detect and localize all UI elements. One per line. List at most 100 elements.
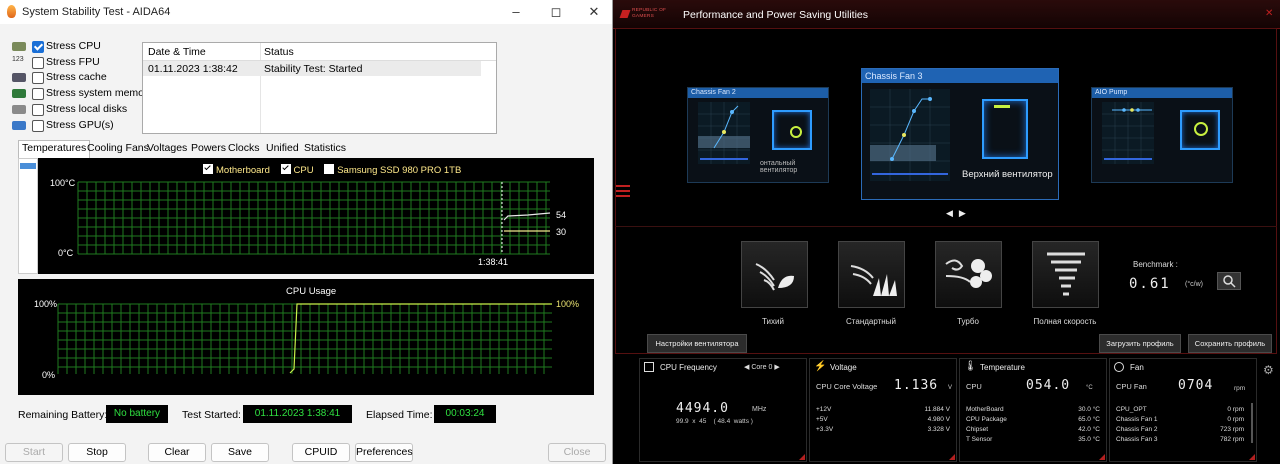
temp-motherboard-value: 30.0 °C: [1078, 406, 1100, 413]
cpuid-button[interactable]: CPUID: [292, 443, 350, 462]
test-started-value: 01.11.2023 1:38:41: [243, 405, 352, 423]
start-button[interactable]: Start: [5, 443, 63, 462]
fan-card-chassis-fan-3[interactable]: Chassis Fan 3 Верхний вентилятор: [861, 68, 1059, 200]
clear-button[interactable]: Clear: [148, 443, 206, 462]
cpu-temp-line: [503, 212, 551, 221]
scroll-thumb[interactable]: [20, 163, 36, 169]
close-button[interactable]: Close: [548, 443, 606, 462]
core-next-icon[interactable]: ▶: [774, 364, 779, 371]
rog-eye-icon: [619, 10, 631, 18]
stress-gpu-checkbox[interactable]: [32, 120, 44, 132]
fan-list-scrollbar[interactable]: [1251, 403, 1253, 443]
disk-icon: [12, 105, 26, 114]
mode-full-speed-label: Полная скорость: [1033, 317, 1097, 326]
stop-button[interactable]: Stop: [68, 443, 126, 462]
core-prev-icon[interactable]: ◀: [744, 364, 749, 371]
close-window-button[interactable]: ✕: [574, 3, 614, 21]
stress-cpu-checkbox[interactable]: [32, 41, 44, 53]
stress-disks-checkbox[interactable]: [32, 104, 44, 116]
save-profile-button[interactable]: Сохранить профиль: [1188, 334, 1272, 353]
stress-fpu-checkbox[interactable]: [32, 57, 44, 69]
gpu-icon: [12, 121, 26, 130]
fan-chassis-3-label: Chassis Fan 3: [1116, 436, 1158, 443]
log-row[interactable]: 01.11.2023 1:38:42 Stability Test: Start…: [143, 61, 481, 76]
cpu-temp-unit: °C: [1086, 385, 1093, 391]
settings-gear-icon[interactable]: ⚙: [1263, 363, 1274, 377]
tab-statistics[interactable]: Statistics: [301, 141, 349, 157]
load-profile-button[interactable]: Загрузить профиль: [1099, 334, 1181, 353]
cpu-temp-label: CPU: [966, 382, 982, 391]
tab-unified[interactable]: Unified: [263, 141, 302, 157]
next-arrow-icon[interactable]: ▶: [959, 208, 972, 218]
fan-card-chassis-fan-2[interactable]: Chassis Fan 2 онтальный вентилятор: [687, 87, 829, 183]
col-datetime-header[interactable]: Date & Time: [148, 46, 206, 58]
mode-full-speed-button[interactable]: [1032, 241, 1099, 308]
fan-chassis-3-value: 782 rpm: [1220, 436, 1244, 443]
cpu-fan-label: CPU Fan: [1116, 382, 1147, 391]
stress-disks-option[interactable]: Stress local disks: [12, 103, 142, 117]
panel-corner: [1099, 454, 1105, 460]
cpu-usage-value: 100%: [556, 299, 580, 309]
rog-logo: REPUBLIC OF GAMERS: [619, 8, 677, 20]
fan-curve-chart: [698, 102, 750, 164]
rog-close-icon[interactable]: ✕: [1265, 8, 1273, 19]
benchmark-button[interactable]: [1217, 272, 1241, 290]
fan-curve-chart: [1102, 102, 1154, 164]
sensor-scrollbar[interactable]: [18, 158, 38, 274]
fan-curve-chart: [870, 89, 950, 181]
tab-voltages[interactable]: Voltages: [144, 141, 190, 157]
memory-icon: [12, 89, 26, 98]
fan-cpu-opt-value: 0 rpm: [1227, 406, 1244, 413]
tab-clocks[interactable]: Clocks: [225, 141, 263, 157]
stress-gpu-option[interactable]: Stress GPU(s): [12, 119, 142, 133]
stress-cache-checkbox[interactable]: [32, 72, 44, 84]
mode-turbo-label: Турбо: [957, 317, 979, 326]
stress-memory-checkbox[interactable]: [32, 88, 44, 100]
temperature-panel: 🌡 Temperature CPU 054.0 °C MotherBoard 3…: [959, 358, 1107, 462]
fan-chassis-2-label: Chassis Fan 2: [1116, 426, 1158, 433]
stress-cache-label: Stress cache: [46, 71, 107, 83]
mode-silent-button[interactable]: [741, 241, 808, 308]
mode-turbo-button[interactable]: [935, 241, 1002, 308]
prev-arrow-icon[interactable]: ◀: [946, 208, 959, 218]
mode-standard-button[interactable]: [838, 241, 905, 308]
tab-powers[interactable]: Powers: [188, 141, 229, 157]
mb-temp-value: 30: [556, 227, 567, 237]
cpu-chip-icon: [644, 362, 654, 372]
fan-panel: Fan CPU Fan 0704 rpm CPU_OPT 0 rpm Chass…: [1109, 358, 1257, 462]
stress-cpu-option[interactable]: Stress CPU: [12, 40, 142, 54]
fan-card-navigation[interactable]: ◀▶: [946, 208, 972, 219]
menu-icon[interactable]: [616, 185, 630, 197]
temp-motherboard-label: MotherBoard: [966, 406, 1004, 413]
core-selector[interactable]: ◀ Core 0 ▶: [744, 363, 780, 371]
cpu-usage-graph: CPU Usage 100% 0% 100%: [18, 279, 594, 395]
rog-title: Performance and Power Saving Utilities: [683, 9, 869, 21]
maximize-button[interactable]: ◻: [536, 3, 576, 21]
stress-memory-option[interactable]: Stress system memory: [12, 87, 153, 101]
fan-card-aio-pump[interactable]: AIO Pump: [1091, 87, 1233, 183]
col-status-header[interactable]: Status: [264, 46, 294, 58]
thermometer-icon: 🌡: [964, 361, 977, 372]
pump-icon: [1180, 110, 1220, 150]
tab-cooling-fans[interactable]: Cooling Fans: [84, 141, 152, 157]
temperature-graph: Motherboard CPU Samsung SSD 980 PRO 1TB …: [38, 158, 594, 274]
stress-fpu-option[interactable]: 123 Stress FPU: [12, 56, 142, 70]
cache-icon: [12, 73, 26, 82]
stress-cpu-label: Stress CPU: [46, 40, 101, 52]
mode-silent-label: Тихий: [762, 317, 784, 326]
cpu-usage-plot: [57, 303, 552, 374]
benchmark-unit: (°c/w): [1185, 281, 1203, 288]
save-button[interactable]: Save: [211, 443, 269, 462]
log-status: Stability Test: Started: [264, 63, 363, 75]
minimize-button[interactable]: –: [496, 3, 536, 21]
temp-t-sensor-label: T Sensor: [966, 436, 993, 443]
stress-cache-option[interactable]: Stress cache: [12, 71, 142, 85]
fan-curve-plot: [698, 102, 750, 164]
fan-title: Fan: [1130, 363, 1144, 372]
cpu-core-voltage-label: CPU Core Voltage: [816, 382, 878, 391]
tab-temperatures[interactable]: Temperatures: [18, 140, 91, 159]
preferences-button[interactable]: Preferences: [355, 443, 413, 462]
cpu-frequency-panel: CPU Frequency ◀ Core 0 ▶ 4494.0 MHz 99.9…: [639, 358, 807, 462]
fan-settings-button[interactable]: Настройки вентилятора: [647, 334, 747, 353]
voltage-5v-label: +5V: [816, 416, 828, 423]
